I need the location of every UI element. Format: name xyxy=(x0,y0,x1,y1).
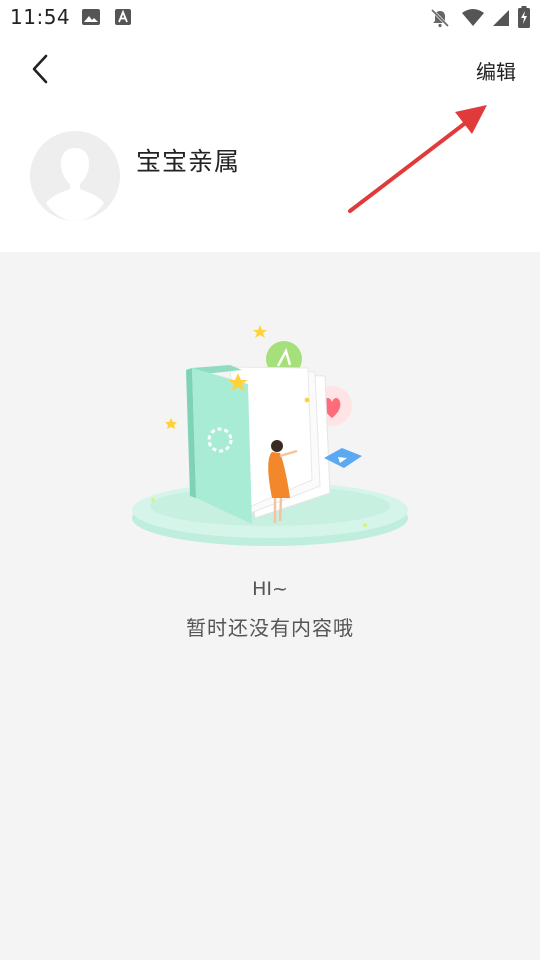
annotation-arrow xyxy=(348,105,487,213)
empty-state-illustration xyxy=(132,325,408,546)
status-time: 11:54 xyxy=(10,5,71,29)
empty-state-title: HI~ xyxy=(252,578,288,600)
bell-off-icon xyxy=(430,8,450,28)
back-button[interactable] xyxy=(22,50,60,88)
empty-state-message: 暂时还没有内容哦 xyxy=(186,616,354,640)
signal-icon xyxy=(493,10,509,26)
chevron-left-icon xyxy=(32,54,48,84)
photo-icon xyxy=(82,9,100,25)
wifi-icon xyxy=(462,9,484,26)
edit-button[interactable]: 编辑 xyxy=(476,56,516,85)
person-silhouette-icon xyxy=(30,131,120,221)
profile-name: 宝宝亲属 xyxy=(136,147,241,176)
avatar[interactable] xyxy=(30,131,120,221)
font-icon xyxy=(115,9,131,25)
status-bar: 11:54 xyxy=(0,0,540,36)
battery-charging-icon xyxy=(518,6,530,28)
